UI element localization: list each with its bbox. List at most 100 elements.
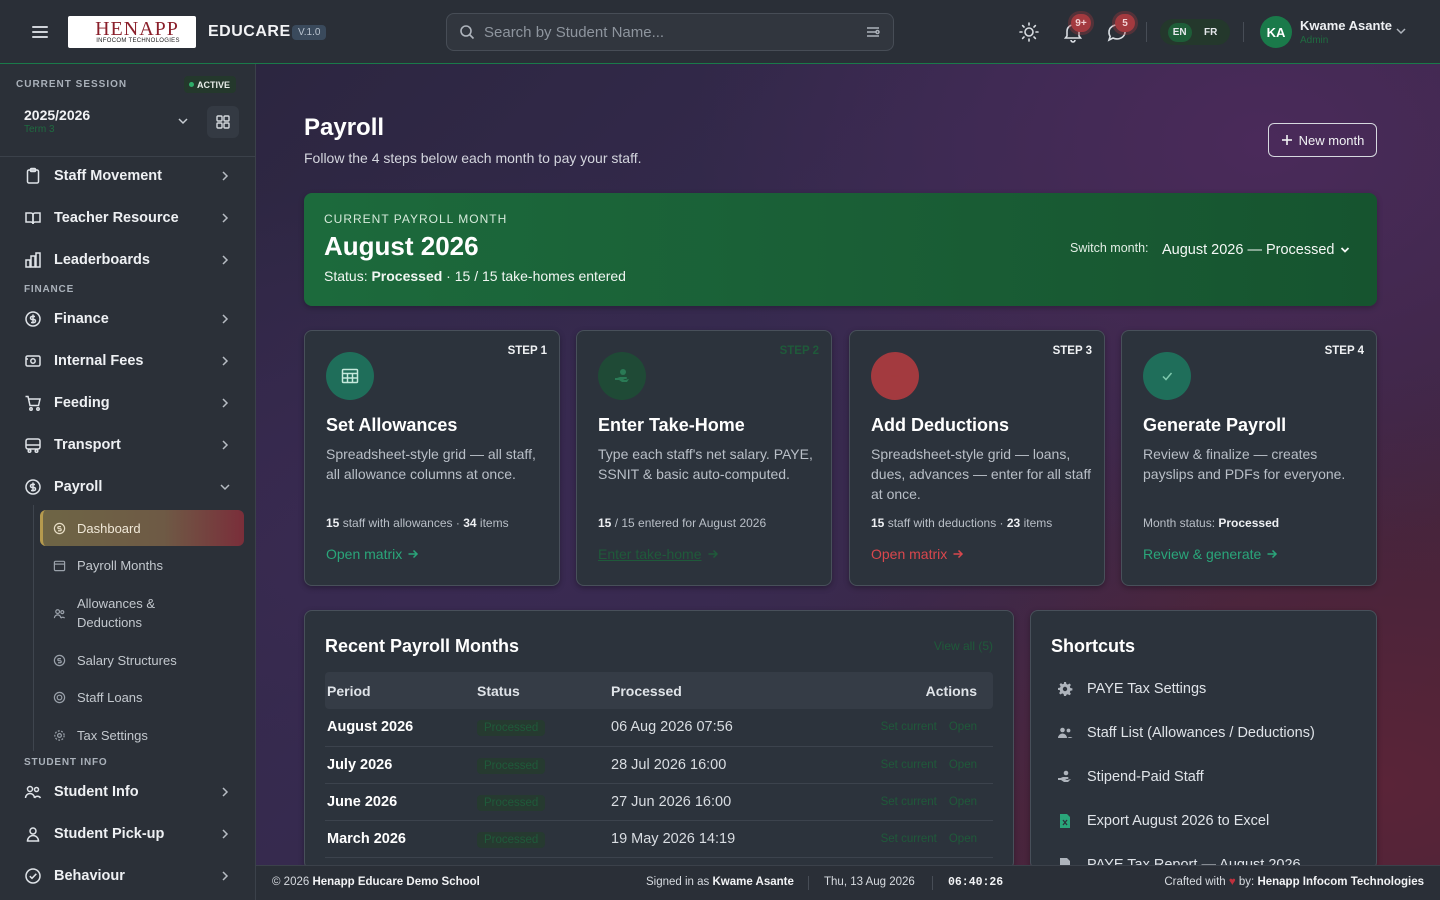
step-meta: Month status: Processed: [1143, 516, 1279, 530]
set-current-button[interactable]: Set current: [881, 759, 937, 771]
company-logo[interactable]: HENAPP INFOCOM TECHNOLOGIES: [68, 16, 196, 48]
review-generate-link[interactable]: Review & generate: [1143, 546, 1278, 562]
sidebar-subitem-tax-settings[interactable]: Tax Settings: [40, 726, 244, 745]
sidebar-item-internal-fees[interactable]: Internal Fees: [16, 343, 242, 379]
open-matrix-link[interactable]: Open matrix: [326, 546, 419, 562]
session-label: CURRENT SESSION: [16, 79, 128, 90]
open-matrix-link[interactable]: Open matrix: [871, 546, 964, 562]
search-icon: [459, 24, 475, 40]
sidebar-subitem-label: Payroll Months: [77, 558, 163, 573]
table-row: March 2026 Processed 19 May 2026 14:19 S…: [325, 820, 993, 858]
set-current-button[interactable]: Set current: [881, 833, 937, 845]
apps-grid-button[interactable]: [207, 106, 239, 138]
session-selector[interactable]: 2025/2026 Term 3: [16, 101, 198, 141]
table-row: August 2026 Processed 06 Aug 2026 07:56 …: [325, 709, 993, 747]
shortcut-label: Export August 2026 to Excel: [1087, 813, 1270, 829]
filter-icon[interactable]: [865, 24, 881, 40]
shortcut-paye-tax-report[interactable]: PAYE Tax Report — August 2026: [1057, 857, 1301, 865]
actions-cell: Set current Open: [809, 746, 993, 784]
theme-toggle-sun-icon[interactable]: [1017, 20, 1041, 44]
gear-icon: [53, 729, 66, 742]
enter-take-home-link[interactable]: Enter take-home: [598, 546, 719, 562]
hero-month: August 2026: [324, 231, 479, 261]
user-name[interactable]: Kwame Asante: [1300, 18, 1392, 33]
step-link-label: Open matrix: [326, 546, 403, 562]
step-meta-text: items: [1020, 516, 1053, 530]
sidebar-item-finance[interactable]: Finance: [16, 301, 242, 337]
messages-chat-icon[interactable]: 5: [1105, 14, 1135, 44]
step-card-add-deductions: STEP 3 Add Deductions Spreadsheet-style …: [849, 330, 1105, 586]
chevron-right-icon: [218, 869, 232, 883]
set-current-button[interactable]: Set current: [881, 721, 937, 733]
sidebar-subitem-salary-structures[interactable]: Salary Structures: [40, 651, 244, 670]
sidebar-item-payroll[interactable]: Payroll: [16, 469, 242, 505]
sidebar-subitem-allowances-deductions[interactable]: Allowances & Deductions: [40, 594, 190, 632]
sidebar-item-student-info[interactable]: Student Info: [16, 774, 242, 810]
open-button[interactable]: Open: [949, 833, 977, 845]
user-icon: [24, 825, 42, 843]
footer-copyright: © 2026 Henapp Educare Demo School: [272, 876, 480, 888]
heart-icon: ♥: [1228, 876, 1236, 888]
switch-month-select[interactable]: August 2026 — Processed: [1162, 237, 1351, 263]
user-role: Admin: [1300, 35, 1329, 46]
notifications-badge: 9+: [1071, 14, 1091, 32]
processed-cell: 06 Aug 2026 07:56: [609, 709, 809, 747]
divider: [932, 876, 933, 890]
footer-clock: 06:40:26: [948, 876, 1004, 889]
column-header: Period: [325, 672, 475, 709]
gear-icon: [1057, 681, 1073, 697]
step-icon-circle: [871, 352, 919, 400]
notifications-bell-icon[interactable]: 9+: [1061, 14, 1091, 44]
sidebar-item-transport[interactable]: Transport: [16, 427, 242, 463]
crafted-by: by:: [1235, 876, 1258, 888]
view-all-link[interactable]: View all (5): [934, 639, 993, 653]
calendar-icon: [53, 559, 66, 572]
lang-en-button[interactable]: EN: [1167, 22, 1192, 42]
session-year: 2025/2026: [24, 107, 91, 123]
step-meta-text: items: [476, 516, 509, 530]
step-title: Set Allowances: [326, 415, 458, 435]
clipboard-icon: [24, 167, 42, 185]
hero-status-value: Processed: [371, 268, 443, 284]
shortcut-staff-list[interactable]: Staff List (Allowances / Deductions): [1057, 725, 1315, 741]
signed-in-user: Kwame Asante: [712, 876, 794, 888]
open-button[interactable]: Open: [949, 721, 977, 733]
search-input[interactable]: [484, 23, 865, 41]
users-icon: [1057, 725, 1073, 741]
step-meta-text: / 15 entered for August 2026: [611, 516, 767, 530]
status-cell: Processed: [475, 820, 609, 858]
sidebar-subitem-staff-loans[interactable]: Staff Loans: [40, 688, 244, 707]
chevron-down-icon[interactable]: [1394, 24, 1408, 38]
step-number: STEP 3: [1052, 345, 1092, 357]
sidebar-subitem-payroll-months[interactable]: Payroll Months: [40, 556, 244, 575]
sidebar-subitem-dashboard[interactable]: Dashboard: [40, 510, 244, 546]
sidebar-item-leaderboards[interactable]: Leaderboards: [16, 242, 242, 278]
company-name[interactable]: Henapp Infocom Technologies: [1257, 876, 1424, 888]
open-button[interactable]: Open: [949, 759, 977, 771]
avatar[interactable]: KA: [1260, 16, 1292, 48]
sidebar-item-behaviour[interactable]: Behaviour: [16, 858, 242, 894]
sidebar-item-teacher-resource[interactable]: Teacher Resource: [16, 200, 242, 236]
sidebar-subitem-label: Salary Structures: [77, 653, 177, 668]
footer-date: Thu, 13 Aug 2026: [824, 876, 915, 888]
sidebar: CURRENT SESSION ACTIVE 2025/2026 Term 3 …: [0, 64, 256, 900]
sidebar-item-feeding[interactable]: Feeding: [16, 385, 242, 421]
shortcut-stipend-paid-staff[interactable]: Stipend-Paid Staff: [1057, 769, 1204, 785]
sidebar-item-staff-movement[interactable]: Staff Movement: [16, 158, 242, 194]
shortcut-paye-tax-settings[interactable]: PAYE Tax Settings: [1057, 681, 1206, 697]
sidebar-subitem-label: Staff Loans: [77, 690, 143, 705]
sidebar-subitem-label: Tax Settings: [77, 728, 148, 743]
new-month-button[interactable]: New month: [1268, 123, 1377, 157]
sidebar-item-student-pickup[interactable]: Student Pick-up: [16, 816, 242, 852]
step-number: STEP 4: [1324, 345, 1364, 357]
hamburger-menu-icon[interactable]: [28, 20, 52, 44]
set-current-button[interactable]: Set current: [881, 796, 937, 808]
lang-fr-button[interactable]: FR: [1199, 23, 1222, 42]
shortcut-export-excel[interactable]: Export August 2026 to Excel: [1057, 813, 1269, 829]
section-label-finance: FINANCE: [24, 284, 75, 295]
sidebar-item-label: Student Info: [54, 784, 139, 800]
step-card-generate-payroll: STEP 4 Generate Payroll Review & finaliz…: [1121, 330, 1377, 586]
open-button[interactable]: Open: [949, 796, 977, 808]
page-title: Payroll: [304, 114, 385, 141]
footer-credits: Crafted with ♥ by: Henapp Infocom Techno…: [1164, 876, 1424, 888]
